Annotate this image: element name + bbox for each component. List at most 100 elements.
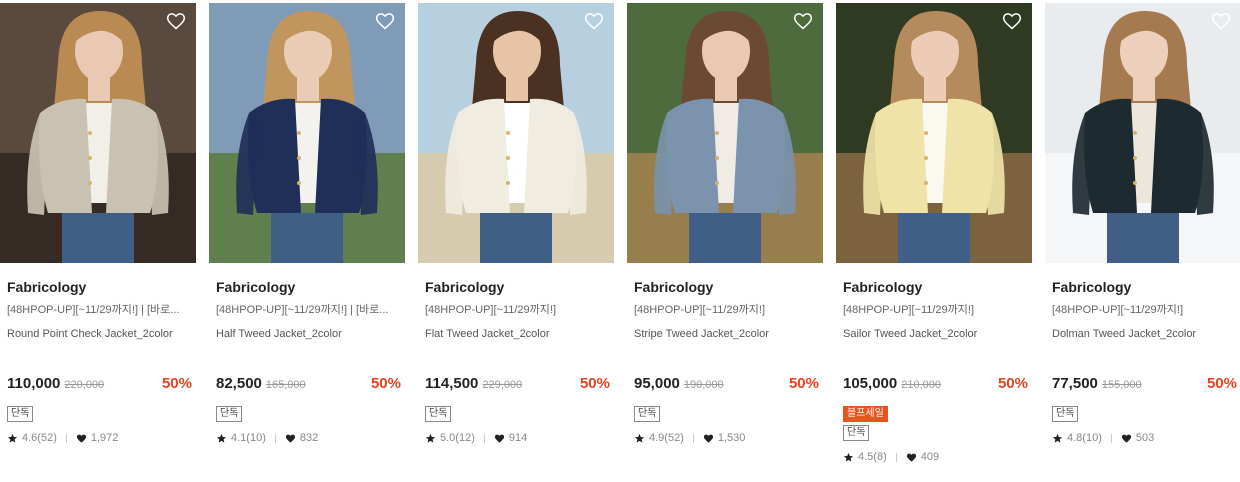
- original-price: 165,000: [265, 379, 306, 391]
- rating-text: 4.5(8): [858, 451, 887, 463]
- like-heart-icon: [1121, 434, 1131, 443]
- product-thumbnail[interactable]: [836, 3, 1032, 263]
- promo-text: [48HPOP-UP][~11/29까지!]: [634, 304, 766, 316]
- product-photo[interactable]: [0, 3, 196, 263]
- price-row: 82,500 165,000 50%: [209, 375, 405, 393]
- product-thumbnail[interactable]: [209, 3, 405, 263]
- brand-name[interactable]: Fabricology: [0, 278, 196, 296]
- sale-price: 82,500: [216, 375, 262, 392]
- rating-text: 5.0(12): [440, 432, 475, 444]
- star-icon: [425, 433, 436, 443]
- divider: [895, 452, 897, 462]
- discount-rate: 50%: [788, 375, 819, 392]
- rating-text: 4.6(52): [22, 432, 57, 444]
- like-heart-icon: [906, 453, 916, 462]
- exclusive-badge: 단독: [1052, 406, 1079, 422]
- review-meta: 4.1(10) 832: [209, 431, 405, 445]
- like-heart-icon: [76, 434, 86, 443]
- promo-text: [48HPOP-UP][~11/29까지!] | [바로...: [7, 304, 180, 316]
- sale-price: 77,500: [1052, 375, 1098, 392]
- promo-text: [48HPOP-UP][~11/29까지!]: [425, 304, 557, 316]
- brand-name[interactable]: Fabricology: [418, 278, 614, 296]
- star-icon: [843, 452, 854, 462]
- wishlist-heart-icon[interactable]: [584, 11, 604, 31]
- product-photo[interactable]: [836, 3, 1032, 263]
- product-photo[interactable]: [627, 3, 823, 263]
- divider: [1110, 433, 1112, 443]
- original-price: 229,000: [482, 379, 523, 391]
- product-card[interactable]: Fabricology [48HPOP-UP][~11/29까지!] Sailo…: [836, 3, 1032, 464]
- price-row: 77,500 155,000 50%: [1045, 375, 1240, 393]
- rating-text: 4.9(52): [649, 432, 684, 444]
- review-meta: 5.0(12) 914: [418, 431, 614, 445]
- product-name[interactable]: Dolman Tweed Jacket_2color: [1045, 327, 1240, 341]
- promo-text: [48HPOP-UP][~11/29까지!]: [843, 304, 975, 316]
- review-meta: 4.5(8) 409: [836, 450, 1032, 464]
- like-count: 503: [1135, 432, 1155, 444]
- sale-price: 95,000: [634, 375, 680, 392]
- product-photo[interactable]: [209, 3, 405, 263]
- divider: [692, 433, 694, 443]
- product-name[interactable]: Sailor Tweed Jacket_2color: [836, 327, 1032, 341]
- price-row: 114,500 229,000 50%: [418, 375, 614, 393]
- review-meta: 4.6(52) 1,972: [0, 431, 196, 445]
- wishlist-heart-icon[interactable]: [793, 11, 813, 31]
- like-count: 1,530: [717, 432, 746, 444]
- product-card[interactable]: Fabricology [48HPOP-UP][~11/29까지!] | [바로…: [209, 3, 405, 464]
- original-price: 190,000: [683, 379, 724, 391]
- sale-price: 114,500: [425, 375, 479, 392]
- wishlist-heart-icon[interactable]: [1211, 11, 1231, 31]
- discount-rate: 50%: [370, 375, 401, 392]
- like-heart-icon: [285, 434, 295, 443]
- divider: [274, 433, 276, 443]
- brand-name[interactable]: Fabricology: [836, 278, 1032, 296]
- sale-price: 110,000: [7, 375, 61, 392]
- product-card[interactable]: Fabricology [48HPOP-UP][~11/29까지!] Dolma…: [1045, 3, 1240, 464]
- exclusive-badge: 단독: [843, 425, 870, 441]
- product-name[interactable]: Half Tweed Jacket_2color: [209, 327, 405, 341]
- product-thumbnail[interactable]: [418, 3, 614, 263]
- product-photo[interactable]: [418, 3, 614, 263]
- wishlist-heart-icon[interactable]: [166, 11, 186, 31]
- product-thumbnail[interactable]: [627, 3, 823, 263]
- star-icon: [634, 433, 645, 443]
- product-thumbnail[interactable]: [0, 3, 196, 263]
- original-price: 210,000: [901, 379, 941, 391]
- product-name[interactable]: Round Point Check Jacket_2color: [0, 327, 196, 341]
- product-card[interactable]: Fabricology [48HPOP-UP][~11/29까지!] Strip…: [627, 3, 823, 464]
- like-count: 914: [508, 432, 528, 444]
- promo-text: [48HPOP-UP][~11/29까지!]: [1052, 304, 1184, 316]
- brand-name[interactable]: Fabricology: [209, 278, 405, 296]
- like-count: 832: [299, 432, 319, 444]
- discount-rate: 50%: [161, 375, 192, 392]
- price-row: 105,000 210,000 50%: [836, 375, 1032, 393]
- product-card[interactable]: Fabricology [48HPOP-UP][~11/29까지!] Flat …: [418, 3, 614, 464]
- exclusive-badge: 단독: [634, 406, 661, 422]
- brand-name[interactable]: Fabricology: [627, 278, 823, 296]
- star-icon: [7, 433, 18, 443]
- review-meta: 4.9(52) 1,530: [627, 431, 823, 445]
- product-grid: Fabricology [48HPOP-UP][~11/29까지!] | [바로…: [0, 0, 1240, 464]
- like-heart-icon: [494, 434, 504, 443]
- price-row: 95,000 190,000 50%: [627, 375, 823, 393]
- black-friday-badge: 블프세일: [843, 406, 888, 422]
- wishlist-heart-icon[interactable]: [375, 11, 395, 31]
- product-card[interactable]: Fabricology [48HPOP-UP][~11/29까지!] | [바로…: [0, 3, 196, 464]
- promo-text: [48HPOP-UP][~11/29까지!] | [바로...: [216, 304, 389, 316]
- product-thumbnail[interactable]: [1045, 3, 1240, 263]
- sale-price: 105,000: [843, 375, 898, 392]
- product-name[interactable]: Flat Tweed Jacket_2color: [418, 327, 614, 341]
- star-icon: [216, 433, 227, 443]
- discount-rate: 50%: [579, 375, 610, 392]
- star-icon: [1052, 433, 1063, 443]
- brand-name[interactable]: Fabricology: [1045, 278, 1240, 296]
- original-price: 155,000: [1101, 379, 1142, 391]
- like-count: 1,972: [90, 432, 119, 444]
- exclusive-badge: 단독: [7, 406, 34, 422]
- discount-rate: 50%: [1206, 375, 1237, 392]
- product-name[interactable]: Stripe Tweed Jacket_2color: [627, 327, 823, 341]
- product-photo[interactable]: [1045, 3, 1240, 263]
- wishlist-heart-icon[interactable]: [1002, 11, 1022, 31]
- divider: [483, 433, 485, 443]
- original-price: 220,000: [64, 379, 105, 391]
